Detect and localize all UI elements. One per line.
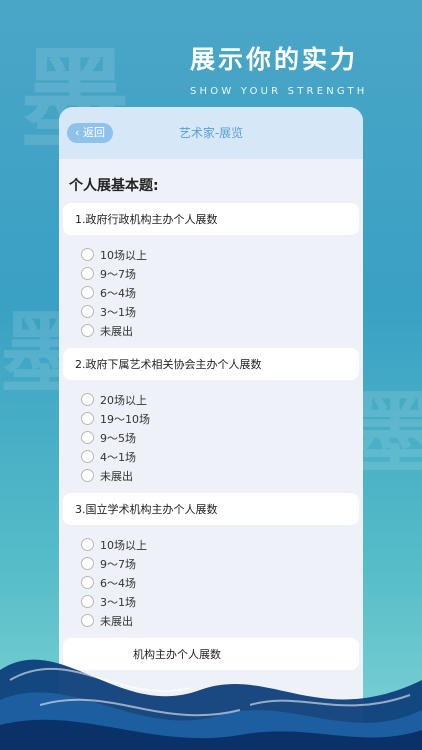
radio-option[interactable]: 4～1场 bbox=[81, 447, 363, 466]
options-list: 20场以上 19～10场 9～5场 4～1场 未展出 bbox=[59, 380, 363, 485]
radio-circle-icon bbox=[81, 538, 94, 551]
section-title: 个人展基本题: bbox=[69, 178, 159, 194]
radio-circle-icon bbox=[81, 305, 94, 318]
radio-circle-icon bbox=[81, 393, 94, 406]
radio-circle-icon bbox=[81, 286, 94, 299]
radio-option[interactable]: 10场以上 bbox=[81, 245, 363, 264]
option-label: 10场以上 bbox=[100, 248, 147, 262]
radio-option[interactable]: 3～1场 bbox=[81, 592, 363, 611]
question-label: 2.政府下属艺术相关协会主办个人展数 bbox=[63, 348, 359, 380]
option-label: 未展出 bbox=[100, 469, 133, 483]
radio-circle-icon bbox=[81, 324, 94, 337]
nav-title: 艺术家-展览 bbox=[178, 126, 244, 140]
ocean-waves-decoration bbox=[0, 659, 422, 750]
promo-header: 展示你的实力 SHOW YOUR STRENGTH bbox=[190, 40, 410, 97]
radio-option[interactable]: 未展出 bbox=[81, 321, 363, 340]
radio-option[interactable]: 9～7场 bbox=[81, 264, 363, 283]
promo-subtitle: SHOW YOUR STRENGTH bbox=[190, 86, 368, 97]
radio-option[interactable]: 6～4场 bbox=[81, 283, 363, 302]
radio-option[interactable]: 9～7场 bbox=[81, 554, 363, 573]
option-label: 9～7场 bbox=[100, 267, 136, 281]
radio-circle-icon bbox=[81, 267, 94, 280]
option-label: 19～10场 bbox=[100, 412, 150, 426]
option-label: 9～7场 bbox=[100, 557, 136, 571]
promo-title: 展示你的实力 bbox=[190, 45, 359, 74]
radio-circle-icon bbox=[81, 450, 94, 463]
option-label: 6～4场 bbox=[100, 576, 136, 590]
option-label: 6～4场 bbox=[100, 286, 136, 300]
option-label: 10场以上 bbox=[100, 538, 147, 552]
question-label: 1.政府行政机构主办个人展数 bbox=[63, 203, 359, 235]
radio-option[interactable]: 9～5场 bbox=[81, 428, 363, 447]
options-list: 10场以上 9～7场 6～4场 3～1场 未展出 bbox=[59, 235, 363, 340]
radio-option[interactable]: 6～4场 bbox=[81, 573, 363, 592]
radio-option[interactable]: 20场以上 bbox=[81, 390, 363, 409]
radio-circle-icon bbox=[81, 595, 94, 608]
radio-circle-icon bbox=[81, 576, 94, 589]
option-label: 未展出 bbox=[100, 324, 133, 338]
option-label: 20场以上 bbox=[100, 393, 147, 407]
nav-bar: ‹ 返回 艺术家-展览 bbox=[59, 107, 363, 159]
radio-option[interactable]: 3～1场 bbox=[81, 302, 363, 321]
option-label: 3～1场 bbox=[100, 305, 136, 319]
radio-circle-icon bbox=[81, 557, 94, 570]
radio-option[interactable]: 19～10场 bbox=[81, 409, 363, 428]
radio-option[interactable]: 10场以上 bbox=[81, 535, 363, 554]
option-label: 9～5场 bbox=[100, 431, 136, 445]
radio-circle-icon bbox=[81, 248, 94, 261]
radio-circle-icon bbox=[81, 469, 94, 482]
radio-circle-icon bbox=[81, 412, 94, 425]
option-label: 4～1场 bbox=[100, 450, 136, 464]
radio-circle-icon bbox=[81, 431, 94, 444]
question-label: 3.国立学术机构主办个人展数 bbox=[63, 493, 359, 525]
radio-option[interactable]: 未展出 bbox=[81, 466, 363, 485]
option-label: 3～1场 bbox=[100, 595, 136, 609]
